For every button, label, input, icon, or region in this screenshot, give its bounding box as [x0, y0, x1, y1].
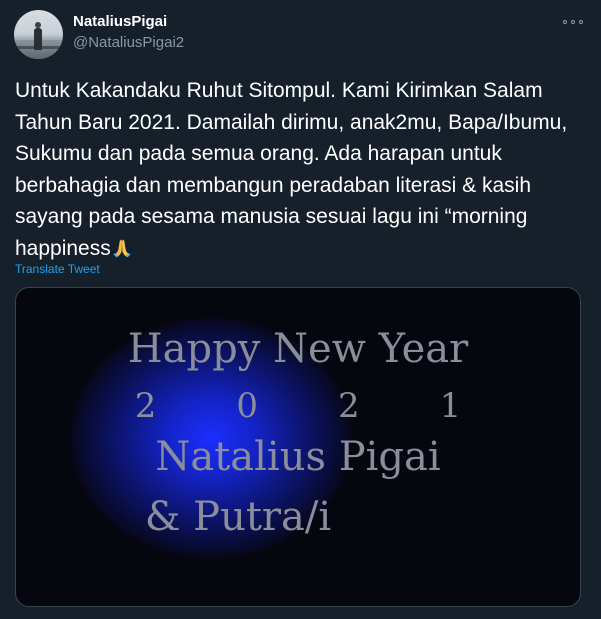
media-text-children: & Putra/i [144, 494, 332, 540]
tweet: NataliusPigai @NataliusPigai2 Untuk Kaka… [0, 0, 601, 619]
more-dot [563, 20, 567, 24]
media-text-name: Natalius Pigai [155, 434, 441, 480]
author-name[interactable]: NataliusPigai [73, 13, 167, 30]
avatar-person [34, 28, 42, 50]
avatar[interactable] [14, 10, 63, 59]
more-options-icon[interactable] [563, 14, 583, 30]
tweet-text: Untuk Kakandaku Ruhut Sitompul. Kami Kir… [15, 75, 590, 264]
media-text-happy-new-year: Happy New Year [127, 326, 469, 372]
folded-hands-emoji [113, 239, 131, 257]
media-text-year: 2021 [134, 386, 542, 426]
translate-tweet-link[interactable]: Translate Tweet [15, 262, 100, 276]
media-video[interactable]: Happy New Year 2021 Natalius Pigai & Put… [15, 287, 581, 607]
tweet-body: Untuk Kakandaku Ruhut Sitompul. Kami Kir… [15, 79, 568, 260]
more-dot [579, 20, 583, 24]
more-dot [571, 20, 575, 24]
author-handle[interactable]: @NataliusPigai2 [73, 34, 184, 51]
